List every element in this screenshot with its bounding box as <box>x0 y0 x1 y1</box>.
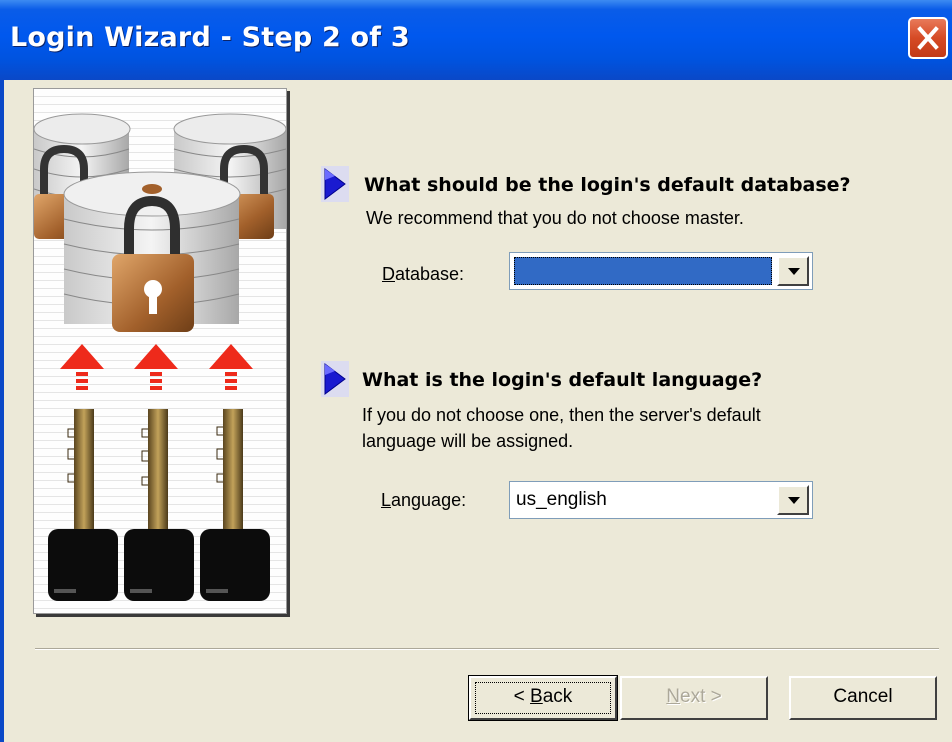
language-combobox-value[interactable]: us_english <box>514 486 772 514</box>
keys <box>48 409 270 601</box>
database-combobox-value[interactable] <box>514 257 772 285</box>
language-description-line2: language will be assigned. <box>362 431 574 451</box>
cancel-button[interactable]: Cancel <box>789 676 937 720</box>
blue-arrow-icon <box>321 361 349 397</box>
next-button-mnemonic: N <box>666 686 680 707</box>
window-border <box>0 80 4 742</box>
close-button[interactable] <box>908 17 948 59</box>
separator-line <box>35 648 939 650</box>
chevron-down-icon <box>788 497 800 504</box>
up-arrows <box>60 344 253 390</box>
cancel-button-label: Cancel <box>833 686 893 707</box>
database-label: Database: <box>382 264 465 284</box>
window-title: Login Wizard - Step 2 of 3 <box>10 22 410 53</box>
next-button-label: ext > <box>680 686 722 707</box>
next-button[interactable]: Next > <box>620 676 768 720</box>
blue-arrow-icon <box>321 166 349 202</box>
language-dropdown-button[interactable] <box>777 485 809 515</box>
close-icon <box>917 26 939 50</box>
database-question: What should be the login's default datab… <box>364 174 851 196</box>
database-lock-keys-illustration <box>33 88 287 614</box>
language-question: What is the login's default language? <box>362 369 763 391</box>
illustration-graphic <box>34 113 286 601</box>
language-description-line1: If you do not choose one, then the serve… <box>362 405 761 425</box>
database-dropdown-button[interactable] <box>777 256 809 286</box>
database-description: We recommend that you do not choose mast… <box>366 208 744 228</box>
language-label: Language: <box>381 490 467 510</box>
title-bar[interactable]: Login Wizard - Step 2 of 3 <box>0 0 952 80</box>
language-combobox[interactable]: us_english <box>509 481 813 519</box>
chevron-down-icon <box>788 268 800 275</box>
login-wizard-window: Login Wizard - Step 2 of 3 What should b… <box>0 0 952 742</box>
back-button[interactable]: < Back <box>468 675 618 721</box>
database-combobox[interactable] <box>509 252 813 290</box>
focus-rect <box>475 682 611 714</box>
